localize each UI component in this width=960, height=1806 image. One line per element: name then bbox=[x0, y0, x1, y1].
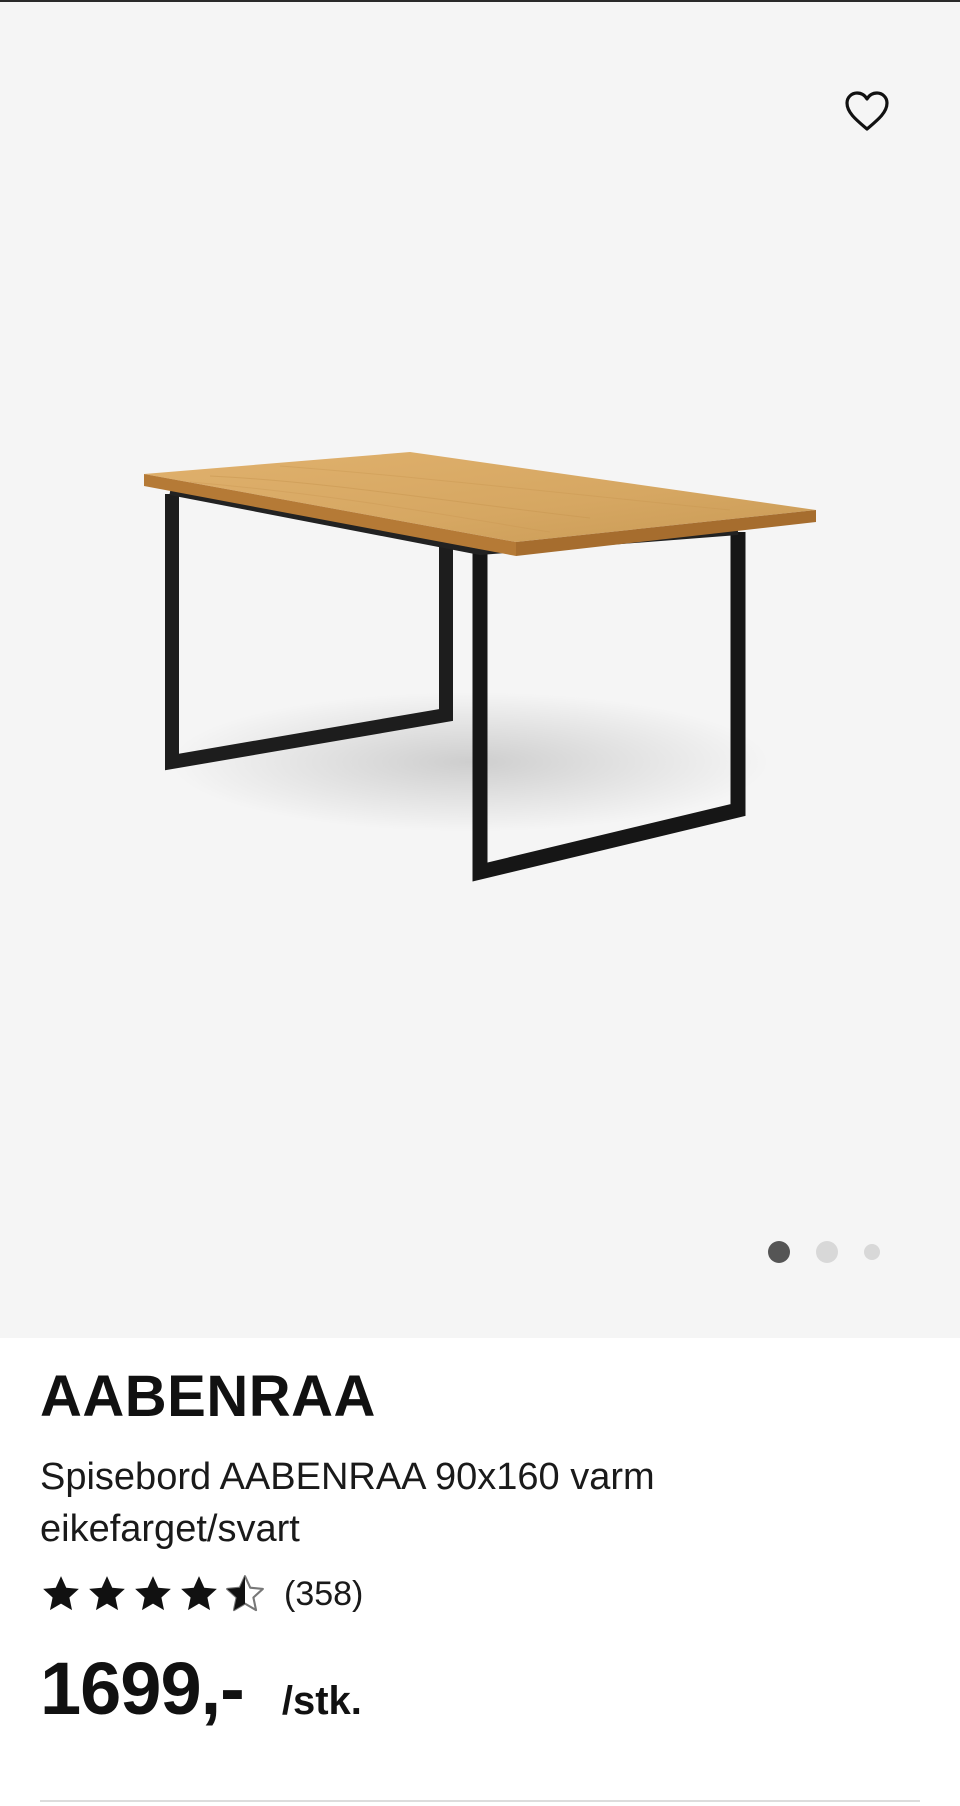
product-page: AABENRAA Spisebord AABENRAA 90x160 varm … bbox=[0, 0, 960, 1806]
heart-outline-icon bbox=[845, 91, 889, 131]
product-price: 1699,- bbox=[40, 1647, 245, 1730]
carousel-indicator bbox=[760, 1237, 890, 1267]
rating-stars[interactable] bbox=[40, 1573, 270, 1615]
price-row: 1699,- /stk. bbox=[40, 1646, 362, 1731]
favorite-button[interactable] bbox=[842, 86, 892, 136]
star-half-icon bbox=[226, 1575, 264, 1612]
star-full-icon bbox=[89, 1576, 125, 1611]
review-count[interactable]: (358) bbox=[284, 1575, 363, 1614]
star-full-icon bbox=[43, 1576, 79, 1611]
star-full-icon bbox=[181, 1576, 217, 1611]
divider bbox=[40, 1800, 920, 1802]
product-image-gallery[interactable] bbox=[0, 2, 960, 1338]
star-full-icon bbox=[135, 1576, 171, 1611]
product-rating[interactable]: (358) bbox=[40, 1570, 363, 1618]
price-unit: /stk. bbox=[281, 1679, 362, 1723]
carousel-dot-2[interactable] bbox=[816, 1241, 838, 1263]
carousel-dot-1[interactable] bbox=[768, 1241, 790, 1263]
carousel-dot-3[interactable] bbox=[864, 1244, 880, 1260]
product-brand: AABENRAA bbox=[40, 1364, 376, 1429]
product-description: Spisebord AABENRAA 90x160 varm eikefarge… bbox=[40, 1456, 655, 1550]
product-image bbox=[144, 452, 816, 882]
